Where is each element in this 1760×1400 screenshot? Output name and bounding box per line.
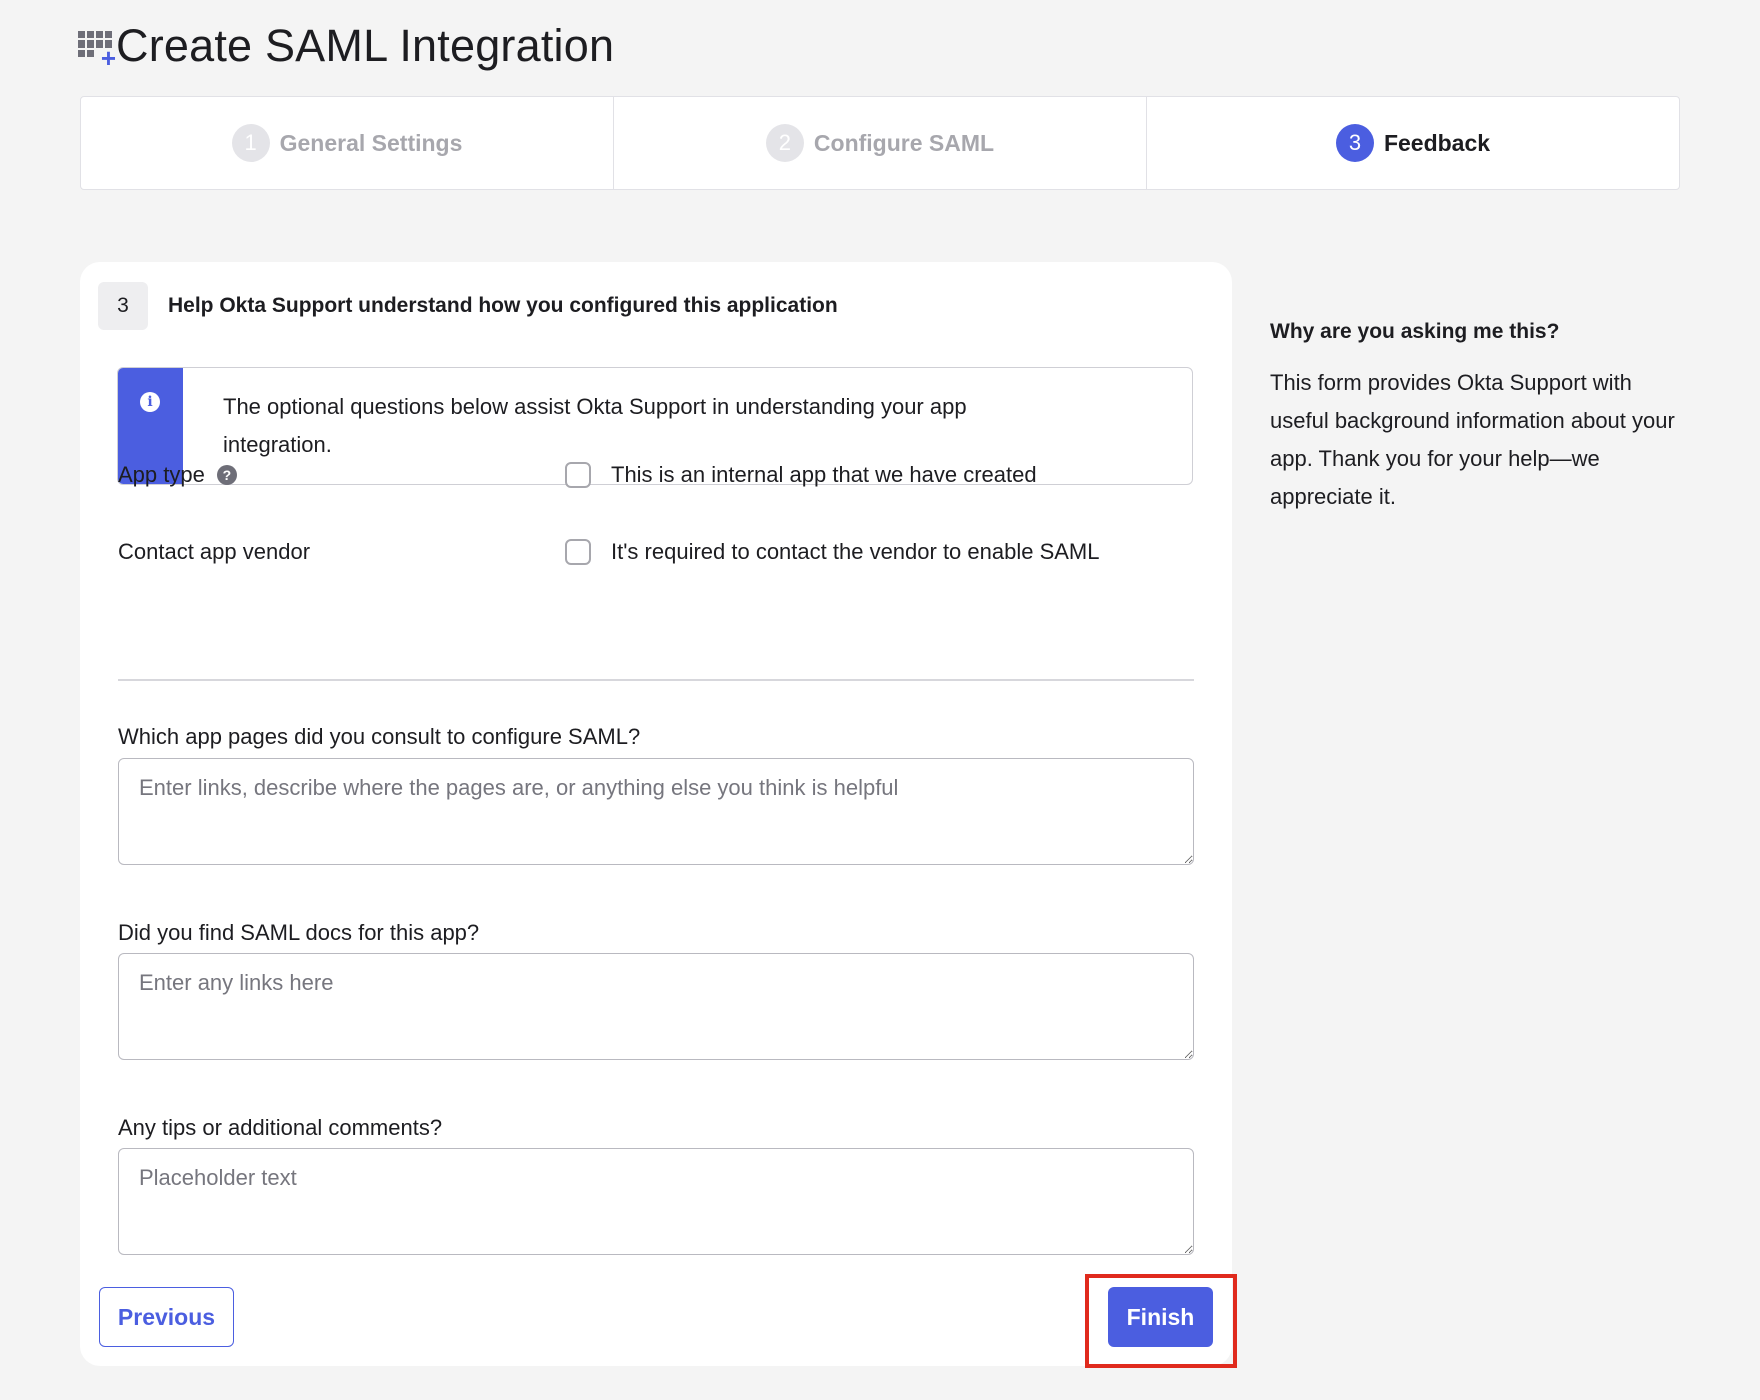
- internal-app-checkbox[interactable]: [565, 462, 591, 488]
- help-side-panel: Why are you asking me this? This form pr…: [1270, 320, 1690, 516]
- saml-docs-textarea[interactable]: [118, 953, 1194, 1060]
- app-pages-textarea[interactable]: [118, 758, 1194, 865]
- side-panel-body: This form provides Okta Support with use…: [1270, 370, 1675, 509]
- page: + Create SAML Integration 1 General Sett…: [0, 0, 1760, 1400]
- app-type-label: App type: [118, 462, 205, 487]
- step-label: Feedback: [1383, 129, 1491, 156]
- app-type-row: App type ? This is an internal app that …: [118, 462, 1194, 488]
- step-feedback: 3 Feedback: [1147, 97, 1679, 189]
- divider: [118, 679, 1194, 681]
- step-number: 3: [1335, 124, 1374, 162]
- contact-vendor-row: Contact app vendor It's required to cont…: [118, 539, 1194, 565]
- help-icon[interactable]: ?: [216, 465, 237, 485]
- contact-vendor-checkbox-label[interactable]: It's required to contact the vendor to e…: [611, 539, 1100, 565]
- section-number: 3: [98, 282, 148, 330]
- tips-label: Any tips or additional comments?: [118, 1115, 443, 1140]
- internal-app-checkbox-label[interactable]: This is an internal app that we have cre…: [611, 462, 1037, 488]
- step-label: Configure SAML: [813, 129, 995, 156]
- feedback-form-card: 3 Help Okta Support understand how you c…: [80, 262, 1232, 1366]
- contact-vendor-label: Contact app vendor: [118, 539, 311, 564]
- step-number: 2: [765, 124, 804, 162]
- contact-vendor-checkbox[interactable]: [565, 539, 591, 565]
- step-general-settings[interactable]: 1 General Settings: [81, 97, 614, 189]
- finish-button[interactable]: Finish: [1108, 1287, 1213, 1347]
- section-title: Help Okta Support understand how you con…: [168, 294, 838, 317]
- side-panel-title: Why are you asking me this?: [1270, 320, 1560, 343]
- saml-docs-label: Did you find SAML docs for this app?: [118, 920, 480, 945]
- previous-button[interactable]: Previous: [99, 1287, 234, 1347]
- step-configure-saml[interactable]: 2 Configure SAML: [614, 97, 1147, 189]
- page-title: Create SAML Integration: [116, 20, 615, 71]
- app-type-label-wrap: App type ?: [118, 462, 565, 488]
- step-label: General Settings: [279, 129, 463, 156]
- info-icon: i: [140, 392, 160, 412]
- app-grid-plus-icon: +: [78, 27, 116, 71]
- tips-textarea[interactable]: [118, 1148, 1194, 1255]
- step-number: 1: [231, 124, 270, 162]
- section-header: 3 Help Okta Support understand how you c…: [98, 282, 838, 330]
- app-pages-label: Which app pages did you consult to confi…: [118, 724, 641, 749]
- page-header: + Create SAML Integration: [78, 16, 614, 76]
- wizard-stepper: 1 General Settings 2 Configure SAML 3 Fe…: [80, 96, 1680, 190]
